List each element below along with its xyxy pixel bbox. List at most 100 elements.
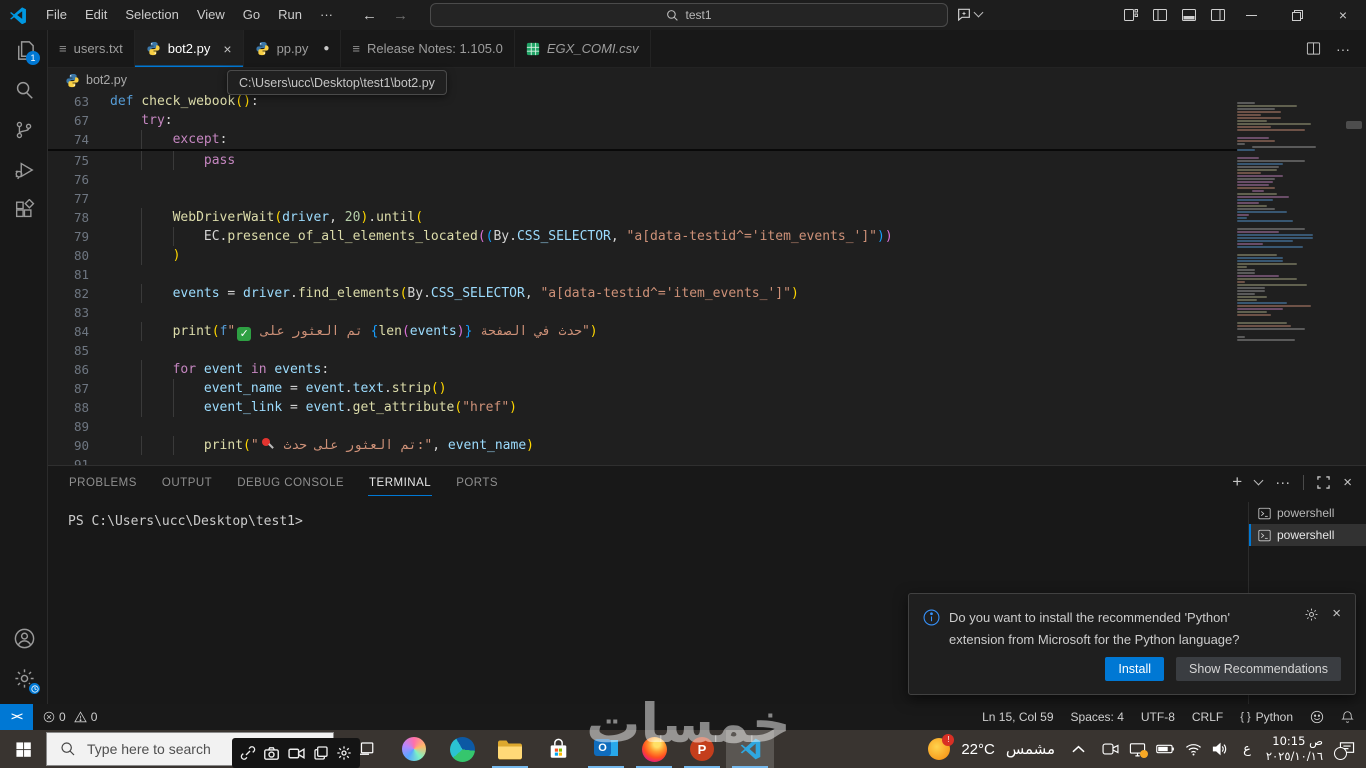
show-recommendations-button[interactable]: Show Recommendations bbox=[1176, 657, 1341, 681]
line-number[interactable]: 85 bbox=[48, 341, 110, 360]
menu-run[interactable]: Run bbox=[269, 0, 311, 30]
file-explorer-app-icon[interactable] bbox=[486, 730, 534, 768]
encoding[interactable]: UTF-8 bbox=[1141, 710, 1175, 724]
outlook-app-icon[interactable]: O bbox=[582, 730, 630, 768]
panel-tab-problems[interactable]: PROBLEMS bbox=[68, 468, 138, 496]
code-line-89[interactable]: 89 bbox=[48, 417, 1366, 436]
problems-status[interactable]: 0 0 bbox=[43, 710, 97, 724]
clock[interactable]: ص 10:15 ٢٠٢٥/١٠/١٦ bbox=[1266, 734, 1323, 764]
line-number[interactable]: 89 bbox=[48, 417, 110, 436]
line-number[interactable]: 78 bbox=[48, 208, 110, 227]
line-number[interactable]: 88 bbox=[48, 398, 110, 417]
line-number[interactable]: 86 bbox=[48, 360, 110, 379]
panel-tab-terminal[interactable]: TERMINAL bbox=[368, 468, 433, 496]
display-tray-icon[interactable] bbox=[1129, 742, 1149, 758]
weather-sun-icon[interactable]: ! bbox=[928, 734, 955, 760]
code-line-74[interactable]: 74 except: bbox=[48, 130, 1237, 149]
layers-icon[interactable] bbox=[313, 745, 329, 761]
edge-app-icon[interactable] bbox=[438, 730, 486, 768]
customize-layout-icon[interactable] bbox=[1123, 7, 1139, 23]
input-language[interactable]: ع bbox=[1243, 742, 1251, 757]
code-line-88[interactable]: 88 event_link = event.get_attribute("href… bbox=[48, 398, 1366, 417]
run-debug-icon[interactable] bbox=[0, 150, 48, 190]
line-number[interactable]: 83 bbox=[48, 303, 110, 322]
firefox-app-icon[interactable] bbox=[630, 730, 678, 768]
tab-egx-comi-csv[interactable]: EGX_COMI.csv bbox=[514, 30, 651, 67]
code-editor[interactable]: 63 def check_webook(): 67 try: 74 except: 75 pa… bbox=[48, 92, 1366, 465]
terminal-instance-1[interactable]: powershell bbox=[1249, 502, 1366, 524]
code-line-79[interactable]: 79 EC.presence_of_all_elements_located((B… bbox=[48, 227, 1366, 246]
line-number[interactable]: 80 bbox=[48, 246, 110, 265]
toggle-secondary-sidebar-icon[interactable] bbox=[1210, 7, 1226, 23]
code-line-80[interactable]: 80) bbox=[48, 246, 1366, 265]
close-panel-icon[interactable]: × bbox=[1343, 474, 1352, 491]
line-number[interactable]: 84 bbox=[48, 322, 110, 341]
weather-temp[interactable]: 22°C bbox=[961, 741, 995, 758]
code-line-76[interactable]: 76 bbox=[48, 170, 1366, 189]
wifi-icon[interactable] bbox=[1185, 743, 1202, 756]
split-editor-icon[interactable] bbox=[1306, 41, 1321, 56]
line-number[interactable]: 90 bbox=[48, 436, 110, 455]
cursor-position[interactable]: Ln 15, Col 59 bbox=[982, 710, 1053, 724]
start-button[interactable] bbox=[0, 730, 46, 768]
source-control-icon[interactable] bbox=[0, 110, 48, 150]
language-mode[interactable]: { } Python bbox=[1240, 710, 1293, 724]
notification-close-icon[interactable]: × bbox=[1332, 606, 1341, 621]
minimap[interactable] bbox=[1237, 92, 1329, 465]
minimize-button[interactable] bbox=[1228, 0, 1274, 30]
code-line-82[interactable]: 82 events = driver.find_elements(By.CSS_S… bbox=[48, 284, 1366, 303]
feedback-smiley-icon[interactable] bbox=[1310, 710, 1324, 724]
accounts-icon[interactable] bbox=[0, 618, 48, 658]
code-line-67[interactable]: 67 try: bbox=[48, 111, 1237, 130]
tab-pp-py[interactable]: pp.py ● bbox=[243, 30, 342, 67]
terminal-instance-2[interactable]: powershell bbox=[1249, 524, 1366, 546]
code-line-87[interactable]: 87 event_name = event.text.strip() bbox=[48, 379, 1366, 398]
code-line-83[interactable]: 83 bbox=[48, 303, 1366, 322]
code-line-90[interactable]: 90 print(" تم العثور على حدث:", event_nam… bbox=[48, 436, 1366, 455]
line-number[interactable]: 76 bbox=[48, 170, 110, 189]
code-line-77[interactable]: 77 bbox=[48, 189, 1366, 208]
install-button[interactable]: Install bbox=[1105, 657, 1165, 681]
meet-now-icon[interactable] bbox=[1102, 742, 1119, 756]
notification-gear-icon[interactable] bbox=[1304, 607, 1319, 622]
action-center-icon[interactable] bbox=[1334, 741, 1356, 760]
terminal-profile-chevron-icon[interactable] bbox=[1253, 475, 1264, 486]
forward-arrow-icon[interactable]: → bbox=[393, 7, 408, 24]
settings-gear-icon[interactable] bbox=[0, 658, 48, 698]
close-tab-icon[interactable]: × bbox=[223, 41, 231, 57]
modified-dot-icon[interactable]: ● bbox=[323, 43, 329, 54]
line-number[interactable]: 77 bbox=[48, 189, 110, 208]
line-number[interactable]: 82 bbox=[48, 284, 110, 303]
extensions-icon[interactable] bbox=[0, 190, 48, 230]
tab-bot2-py[interactable]: bot2.py × bbox=[134, 30, 244, 67]
menu-go[interactable]: Go bbox=[234, 0, 269, 30]
menu-edit[interactable]: Edit bbox=[76, 0, 116, 30]
toggle-sidebar-icon[interactable] bbox=[1152, 7, 1168, 23]
restore-button[interactable] bbox=[1274, 0, 1320, 30]
panel-tab-ports[interactable]: PORTS bbox=[455, 468, 499, 496]
menu-file[interactable]: File bbox=[37, 0, 76, 30]
line-number[interactable]: 63 bbox=[48, 92, 110, 111]
indentation[interactable]: Spaces: 4 bbox=[1071, 710, 1124, 724]
link-icon[interactable] bbox=[240, 745, 256, 761]
code-line-75[interactable]: 75 pass bbox=[48, 151, 1366, 170]
camera-icon[interactable] bbox=[263, 745, 280, 762]
code-line-91[interactable]: 91 bbox=[48, 455, 1366, 465]
remote-indicator[interactable]: >< bbox=[0, 704, 33, 730]
weather-condition[interactable]: مشمس bbox=[1006, 740, 1055, 758]
video-camera-icon[interactable] bbox=[288, 745, 305, 762]
close-window-button[interactable]: × bbox=[1320, 0, 1366, 30]
new-terminal-icon[interactable]: + bbox=[1232, 472, 1242, 492]
battery-icon[interactable] bbox=[1156, 743, 1175, 755]
notifications-bell-icon[interactable] bbox=[1341, 710, 1354, 724]
line-number[interactable]: 79 bbox=[48, 227, 110, 246]
back-arrow-icon[interactable]: ← bbox=[362, 7, 377, 24]
code-line-78[interactable]: 78 WebDriverWait(driver, 20).until( bbox=[48, 208, 1366, 227]
toggle-panel-icon[interactable] bbox=[1181, 7, 1197, 23]
eol-sequence[interactable]: CRLF bbox=[1192, 710, 1223, 724]
panel-tab-debug-console[interactable]: DEBUG CONSOLE bbox=[236, 468, 345, 496]
volume-icon[interactable] bbox=[1212, 742, 1228, 756]
code-line-81[interactable]: 81 bbox=[48, 265, 1366, 284]
explorer-icon[interactable]: 1 bbox=[0, 30, 48, 70]
code-line-63[interactable]: 63 def check_webook(): bbox=[48, 92, 1237, 111]
